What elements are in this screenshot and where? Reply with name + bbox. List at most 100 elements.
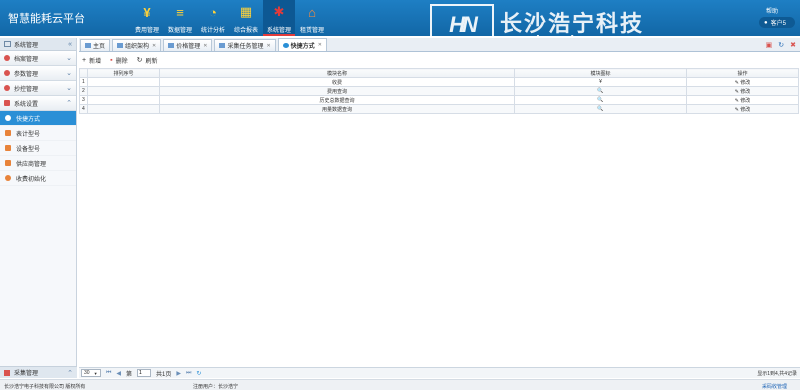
row-number: 4	[79, 104, 88, 114]
gear-icon: ✱	[273, 4, 285, 19]
close-all-icon[interactable]: ✖	[790, 41, 796, 49]
close-icon[interactable]: ✕	[152, 43, 156, 49]
panel-icon	[4, 41, 11, 47]
sidebar-item-label: 收费初始化	[16, 176, 47, 183]
shortcut-icon	[5, 115, 11, 121]
plus-icon: +	[82, 56, 87, 64]
sidebar-item-device-models[interactable]: 设备型号	[0, 141, 76, 156]
first-page-icon[interactable]: ⏮	[106, 370, 111, 377]
sort-cell	[87, 104, 160, 114]
sidebar-section-settings[interactable]: 系统设置 ⌃	[0, 96, 76, 111]
close-icon[interactable]: ✕	[203, 43, 207, 49]
tab-org[interactable]: 组织架构 ✕	[112, 39, 162, 51]
column-header[interactable]: 模块图标	[514, 68, 687, 78]
page-size-value: 30	[84, 370, 90, 376]
sidebar-item-suppliers[interactable]: 供应商管理	[0, 156, 76, 171]
add-button[interactable]: + 新增	[82, 56, 101, 65]
module-system[interactable]: ✱ 系统管理	[263, 0, 295, 36]
copyright-text: 长沙浩宁电子科技有限公司 版权所有	[4, 384, 86, 390]
pagination-summary: 显示1到4,共4记录	[757, 370, 797, 377]
module-stats[interactable]: ◔ 统计分析	[197, 0, 229, 36]
tab-collect-tasks[interactable]: 采集任务管理 ✕	[214, 39, 276, 51]
refresh-icon[interactable]: ↻	[196, 370, 201, 377]
database-icon: ≡	[176, 4, 184, 20]
footer: 长沙浩宁电子科技有限公司 版权所有 注册用户：长沙浩宁 采码收管理	[0, 379, 800, 390]
edit-label: 修改	[740, 88, 751, 95]
module-label: 系统管理	[266, 28, 291, 34]
module-reports[interactable]: ▦ 综合报表	[230, 0, 262, 36]
tab-label: 价格管理	[176, 44, 201, 50]
settings-icon	[4, 100, 10, 106]
column-header[interactable]: 排列序号	[87, 68, 160, 78]
next-page-icon[interactable]: ▶	[176, 370, 181, 377]
section-label: 系统设置	[14, 101, 39, 108]
add-label: 新增	[89, 58, 102, 65]
edit-button[interactable]: ✎ 修改	[686, 86, 799, 96]
sidebar-item-label: 表计型号	[16, 131, 41, 138]
user-menu-button[interactable]: ● 客户5	[759, 17, 795, 28]
help-link[interactable]: 帮助	[766, 6, 778, 15]
sidebar-section-control[interactable]: 抄控管理 ⌄	[0, 81, 76, 96]
module-name-cell: 历史总数据查询	[159, 95, 515, 105]
table-row[interactable]: 2 费用查询 🔍 ✎ 修改	[79, 86, 799, 96]
search-icon: 🔍	[514, 95, 687, 105]
collapse-icon[interactable]: «	[68, 41, 72, 48]
table-row[interactable]: 3 历史总数据查询 🔍 ✎ 修改	[79, 95, 799, 105]
edit-label: 修改	[740, 97, 751, 104]
tab-tools: ▣ ↻ ✖	[766, 41, 796, 49]
sidebar-section-params[interactable]: 参数管理 ⌄	[0, 66, 76, 81]
sidebar-item-meter-models[interactable]: 表计型号	[0, 126, 76, 141]
last-page-icon[interactable]: ⏭	[186, 370, 191, 377]
user-name: 客户5	[770, 21, 786, 27]
row-number: 2	[79, 86, 88, 96]
tab-home[interactable]: 主页	[80, 39, 111, 51]
sidebar-section-collection[interactable]: 采集管理 ⌃	[0, 366, 77, 378]
toolbar: + 新增 ▪ 删除 ↻ 刷新	[79, 54, 800, 66]
delete-button[interactable]: ▪ 删除	[110, 56, 128, 65]
shortcut-icon	[282, 42, 289, 48]
fullscreen-icon[interactable]: ▣	[766, 41, 773, 49]
sidebar-item-label: 快捷方式	[16, 116, 41, 123]
edit-button[interactable]: ✎ 修改	[686, 104, 799, 114]
edit-button[interactable]: ✎ 修改	[686, 77, 799, 87]
sidebar-item-fee-init[interactable]: 收费初始化	[0, 171, 76, 186]
sidebar-header: 系统管理 «	[0, 38, 76, 51]
module-label: 租赁管理	[299, 28, 324, 34]
footer-link[interactable]: 采码收管理	[762, 383, 787, 390]
refresh-button[interactable]: ↻ 刷新	[137, 56, 158, 65]
registered-user: 注册用户：长沙浩宁	[193, 384, 239, 390]
page-number-input[interactable]	[137, 369, 152, 377]
tab-label: 主页	[93, 44, 106, 50]
module-lease[interactable]: ⌂ 租赁管理	[296, 0, 328, 36]
page-total: 共1页	[156, 371, 172, 378]
fee-init-icon	[5, 175, 11, 181]
module-nav: ¥ 费用管理 ≡ 数据管理 ◔ 统计分析 ▦ 综合报表 ✱ 系统管理 ⌂ 租赁管…	[131, 0, 329, 36]
row-number: 3	[79, 95, 88, 105]
module-name-cell: 用量数据查询	[159, 104, 515, 114]
section-icon	[4, 55, 10, 61]
tab-price[interactable]: 价格管理 ✕	[163, 39, 213, 51]
column-header[interactable]: 模块名称	[159, 68, 515, 78]
module-name-cell: 收费	[159, 77, 515, 87]
prev-page-icon[interactable]: ◀	[116, 370, 121, 377]
section-icon	[4, 85, 10, 91]
module-data[interactable]: ≡ 数据管理	[164, 0, 196, 36]
sidebar-section-archive[interactable]: 档案管理 ⌄	[0, 51, 76, 66]
app-title: 智慧能耗云平台	[8, 12, 85, 25]
edit-label: 修改	[740, 106, 751, 113]
module-label: 综合报表	[233, 28, 258, 34]
table-row[interactable]: 1 收费 ¥ ✎ 修改	[79, 77, 799, 87]
sidebar-header-label: 系统管理	[14, 42, 39, 49]
module-fee[interactable]: ¥ 费用管理	[131, 0, 163, 36]
close-icon[interactable]: ✕	[266, 43, 270, 49]
shortcuts-table: 排列序号 模块名称 模块图标 操作 1 收费 ¥ ✎ 修改 2 费用查询 🔍 ✎…	[79, 68, 799, 114]
sidebar-item-shortcuts[interactable]: 快捷方式	[0, 111, 76, 126]
section-label: 参数管理	[14, 71, 39, 78]
tab-shortcuts[interactable]: 快捷方式 ✕	[277, 38, 327, 51]
table-row[interactable]: 4 用量数据查询 🔍 ✎ 修改	[79, 104, 799, 114]
device-icon	[5, 145, 11, 151]
page-size-select[interactable]: 30 ▼	[81, 369, 101, 377]
close-icon[interactable]: ✕	[318, 42, 322, 48]
edit-button[interactable]: ✎ 修改	[686, 95, 799, 105]
refresh-icon[interactable]: ↻	[778, 41, 784, 49]
